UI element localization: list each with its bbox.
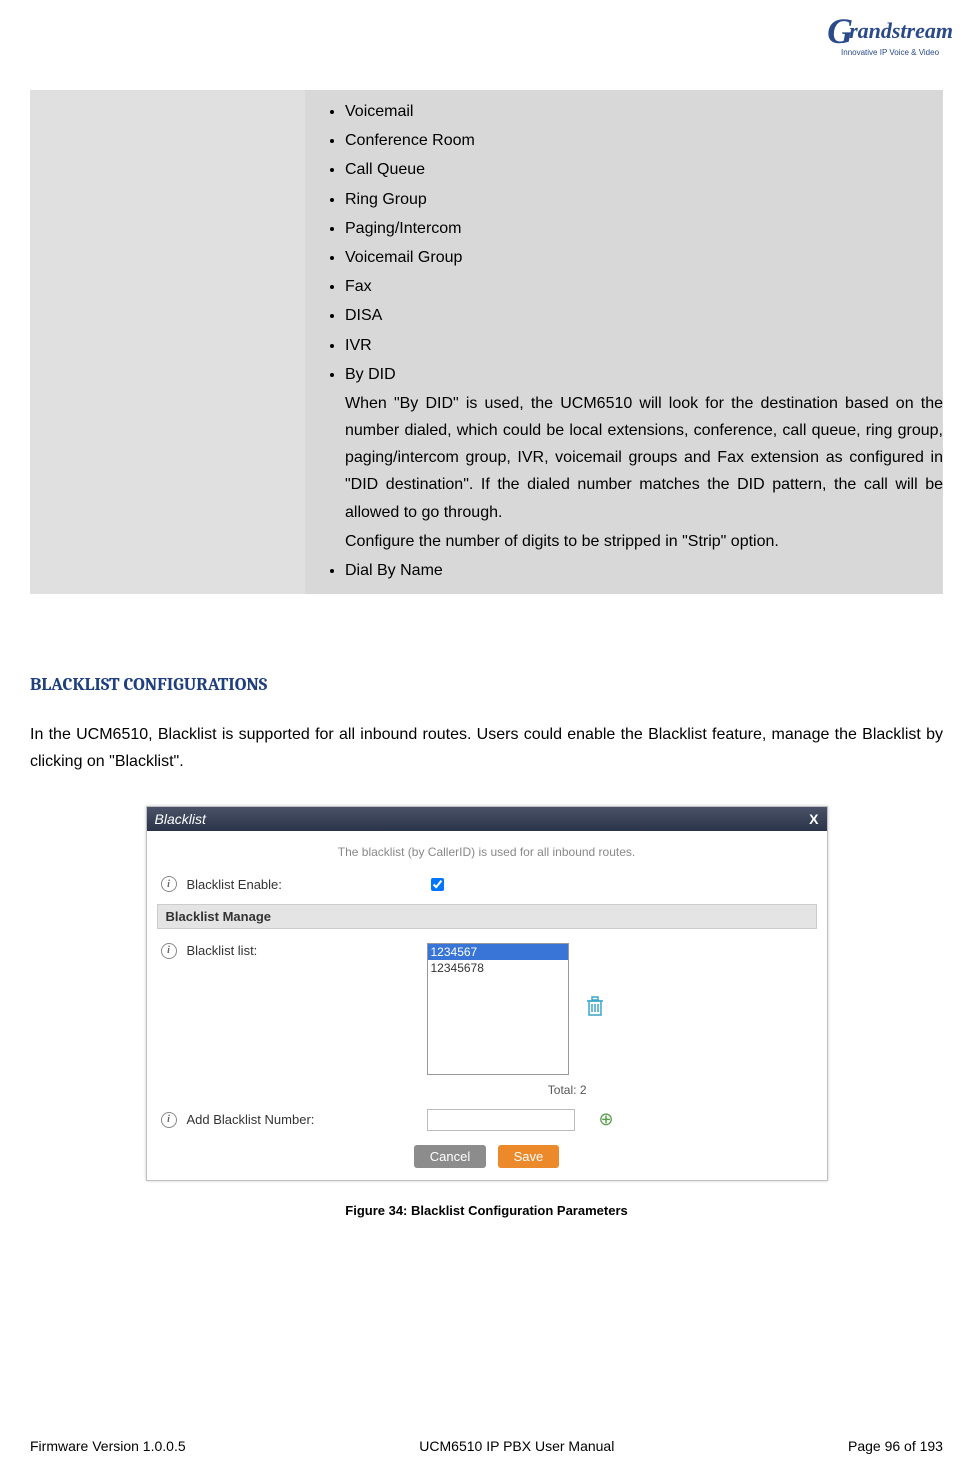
trash-icon[interactable] [585, 995, 605, 1023]
list-item: DISA [345, 302, 943, 329]
list-item: Paging/Intercom [345, 215, 943, 242]
list-item: By DID When "By DID" is used, the UCM651… [345, 361, 943, 555]
close-icon[interactable]: X [809, 811, 818, 827]
list-item: Fax [345, 273, 943, 300]
body-paragraph: In the UCM6510, Blacklist is supported f… [30, 721, 943, 775]
section-heading-blacklist: BLACKLIST CONFIGURATIONS [30, 674, 943, 695]
info-icon[interactable]: i [161, 1112, 177, 1128]
list-item: Conference Room [345, 127, 943, 154]
list-item: Ring Group [345, 186, 943, 213]
add-blacklist-label: Add Blacklist Number: [187, 1112, 427, 1127]
footer-page: Page 96 of 193 [848, 1438, 943, 1454]
footer-title: UCM6510 IP PBX User Manual [419, 1438, 614, 1454]
brand-logo: Grandstream Innovative IP Voice & Video [827, 10, 953, 57]
info-icon[interactable]: i [161, 943, 177, 959]
figure-caption: Figure 34: Blacklist Configuration Param… [30, 1203, 943, 1218]
list-item: IVR [345, 332, 943, 359]
list-item: Voicemail [345, 98, 943, 125]
info-icon[interactable]: i [161, 876, 177, 892]
dialog-description: The blacklist (by CallerID) is used for … [157, 837, 817, 869]
add-blacklist-input[interactable] [427, 1109, 575, 1131]
list-item: Voicemail Group [345, 244, 943, 271]
blacklist-list-label: Blacklist list: [187, 943, 427, 958]
page-footer: Firmware Version 1.0.0.5 UCM6510 IP PBX … [30, 1438, 943, 1454]
list-item: Dial By Name [345, 557, 943, 584]
total-count: Total: 2 [287, 1081, 587, 1103]
blacklist-enable-checkbox[interactable] [431, 878, 444, 891]
cancel-button[interactable]: Cancel [414, 1145, 486, 1168]
blacklist-listbox[interactable]: 1234567 12345678 [427, 943, 569, 1075]
plus-icon[interactable]: ⊕ [599, 1109, 614, 1130]
by-did-strip-note: Configure the number of digits to be str… [345, 528, 943, 555]
list-item[interactable]: 1234567 [428, 944, 568, 960]
blacklist-dialog: Blacklist X The blacklist (by CallerID) … [146, 806, 828, 1181]
save-button[interactable]: Save [498, 1145, 560, 1168]
footer-firmware: Firmware Version 1.0.0.5 [30, 1438, 186, 1454]
list-item: Call Queue [345, 156, 943, 183]
parameter-table: Voicemail Conference Room Call Queue Rin… [30, 90, 943, 594]
by-did-description: When "By DID" is used, the UCM6510 will … [345, 390, 943, 526]
blacklist-enable-label: Blacklist Enable: [187, 877, 427, 892]
dialog-header: Blacklist X [147, 807, 827, 831]
list-item[interactable]: 12345678 [428, 960, 568, 976]
blacklist-manage-heading: Blacklist Manage [157, 904, 817, 929]
dialog-title: Blacklist [155, 811, 206, 827]
